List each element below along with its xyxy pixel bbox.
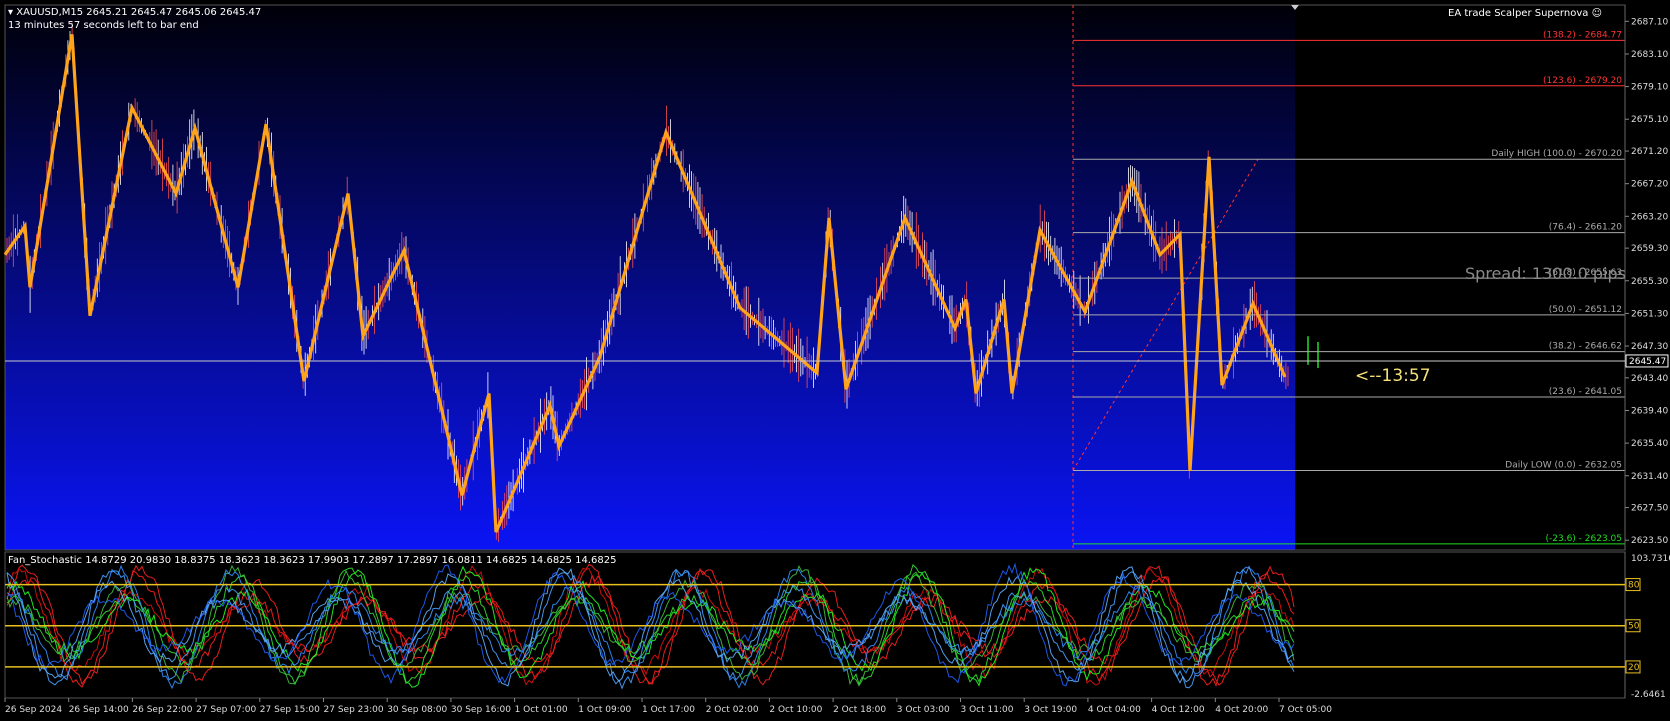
- time-tick-label: 26 Sep 14:00: [69, 705, 129, 715]
- countdown-label: <--13:57: [1355, 366, 1431, 386]
- fib-level-label: (23.6) - 2641.05: [1549, 387, 1622, 397]
- time-tick-label: 27 Sep 23:00: [324, 705, 384, 715]
- time-tick-label: 2 Oct 18:00: [833, 705, 886, 715]
- price-tick-label: 2655.30: [1631, 277, 1668, 287]
- time-tick-label: 1 Oct 17:00: [642, 705, 695, 715]
- fib-level-label: (138.2) - 2684.77: [1543, 30, 1622, 40]
- smiley-icon[interactable]: ☺: [1592, 8, 1602, 19]
- price-tick-label: 2631.40: [1631, 472, 1668, 482]
- ea-name-label: EA trade Scalper Supernova ☺: [1448, 8, 1602, 19]
- current-price-label: 2645.47: [1629, 357, 1666, 367]
- time-tick-label: 1 Oct 09:00: [578, 705, 631, 715]
- time-tick-label: 1 Oct 01:00: [515, 705, 568, 715]
- oscillator-level-label: 80: [1628, 581, 1640, 591]
- time-tick-label: 3 Oct 11:00: [961, 705, 1014, 715]
- price-tick-label: 2663.20: [1631, 212, 1668, 222]
- fib-level-label: (50.0) - 2651.12: [1549, 305, 1622, 315]
- price-tick-label: 2671.20: [1631, 147, 1668, 157]
- price-tick-label: 2639.40: [1631, 406, 1668, 416]
- price-tick-label: 2687.10: [1631, 17, 1668, 27]
- time-tick-label: 7 Oct 05:00: [1279, 705, 1332, 715]
- time-tick-label: 4 Oct 04:00: [1088, 705, 1141, 715]
- price-tick-label: 2623.50: [1631, 536, 1668, 546]
- time-tick-label: 26 Sep 22:00: [132, 705, 192, 715]
- oscillator-scale-bottom: -2.6461: [1631, 690, 1666, 700]
- ea-name-text: EA trade Scalper Supernova: [1448, 8, 1589, 19]
- price-tick-label: 2683.10: [1631, 50, 1668, 60]
- fib-level-label: (123.6) - 2679.20: [1543, 76, 1622, 86]
- chart-canvas[interactable]: (138.2) - 2684.77 (123.6) - 2679.20 Daily …: [0, 0, 1670, 721]
- time-tick-label: 3 Oct 19:00: [1024, 705, 1077, 715]
- fib-level-label: (76.4) - 2661.20: [1549, 223, 1623, 233]
- time-tick-label: 2 Oct 10:00: [769, 705, 822, 715]
- time-tick-label: 27 Sep 15:00: [260, 705, 320, 715]
- oscillator-level-label: 20: [1628, 663, 1640, 673]
- price-tick-label: 2667.20: [1631, 180, 1668, 190]
- fib-level-label: (38.2) - 2646.62: [1549, 342, 1622, 352]
- price-tick-label: 2651.30: [1631, 309, 1668, 319]
- time-tick-label: 2 Oct 02:00: [706, 705, 759, 715]
- price-tick-label: 2635.40: [1631, 439, 1668, 449]
- chart-menu-icon[interactable]: ▾: [8, 7, 13, 18]
- time-tick-label: 3 Oct 03:00: [897, 705, 950, 715]
- time-tick-label: 30 Sep 16:00: [451, 705, 511, 715]
- price-tick-label: 2647.30: [1631, 342, 1668, 352]
- oscillator-title: Fan_Stochastic 14.8729 20.9830 18.8375 1…: [8, 555, 617, 566]
- bar-timer-text: 13 minutes 57 seconds left to bar end: [8, 20, 199, 31]
- fib-level-label: Daily LOW (0.0) - 2632.05: [1505, 460, 1622, 470]
- fib-level-label: Daily HIGH (100.0) - 2670.20: [1491, 149, 1622, 159]
- oscillator-level-label: 50: [1628, 622, 1640, 632]
- price-tick-label: 2675.10: [1631, 115, 1668, 125]
- symbol-ohlc: XAUUSD,M15 2645.21 2645.47 2645.06 2645.…: [16, 7, 262, 18]
- time-tick-label: 30 Sep 08:00: [387, 705, 447, 715]
- time-tick-label: 4 Oct 12:00: [1152, 705, 1205, 715]
- time-tick-label: 26 Sep 2024: [5, 705, 62, 715]
- time-tick-label: 4 Oct 20:00: [1215, 705, 1268, 715]
- spread-label: Spread: 1300.0 pips: [1465, 264, 1626, 283]
- time-tick-label: 27 Sep 07:00: [196, 705, 256, 715]
- fib-level-label: (-23.6) - 2623.05: [1546, 534, 1623, 544]
- price-tick-label: 2679.10: [1631, 83, 1668, 93]
- price-tick-label: 2643.40: [1631, 374, 1668, 384]
- symbol-header[interactable]: ▾ XAUUSD,M15 2645.21 2645.47 2645.06 264…: [8, 7, 261, 18]
- price-tick-label: 2659.30: [1631, 244, 1668, 254]
- oscillator-scale-top: 103.7316: [1631, 554, 1670, 564]
- price-tick-label: 2627.50: [1631, 504, 1668, 514]
